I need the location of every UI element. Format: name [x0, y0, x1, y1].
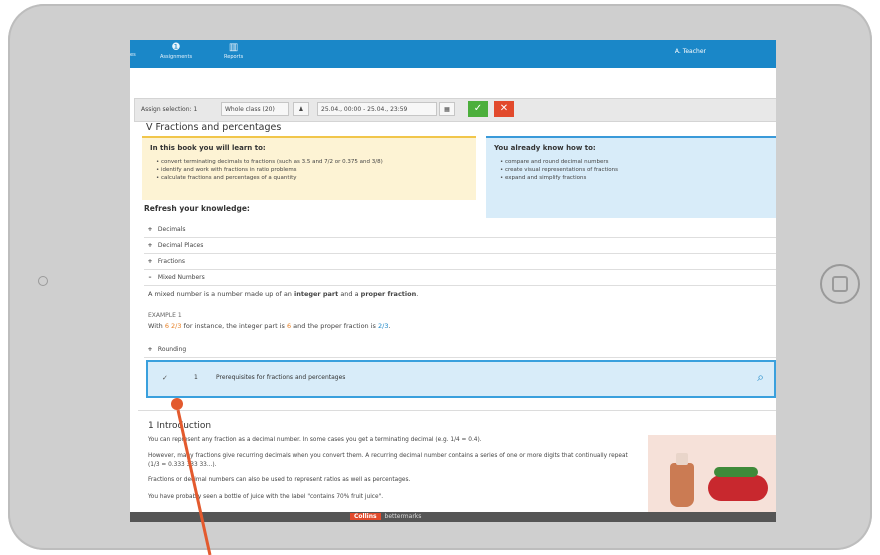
footer-bar: Collins bettermarks [130, 512, 776, 522]
check-icon[interactable]: ✓ [162, 374, 168, 382]
accordion-decimal-places[interactable]: + Decimal Places [144, 238, 776, 254]
accordion-label: Decimals [157, 226, 186, 233]
prerequisites-panel[interactable]: ✓ 1 Prerequisites for fractions and perc… [146, 360, 776, 398]
know-box: You already know how to: compare and rou… [486, 136, 776, 218]
intro-paragraph: You have probably seen a bottle of juice… [148, 494, 384, 500]
list-item: calculate fractions and percentages of a… [156, 174, 383, 182]
user-name[interactable]: A. Teacher [675, 48, 706, 55]
accordion-fractions[interactable]: + Fractions [144, 254, 776, 270]
prereq-number: 1 [194, 374, 198, 381]
term-proper-fraction: proper fraction [360, 290, 417, 298]
juice-illustration [648, 435, 776, 515]
text: for instance, the integer part is [181, 322, 287, 330]
home-button[interactable] [820, 264, 860, 304]
assign-selection-label: Assign selection: 1 [141, 106, 198, 113]
learn-list: convert terminating decimals to fraction… [156, 158, 383, 182]
example-text: With 6 2/3 for instance, the integer par… [148, 322, 391, 330]
tablet-frame: es ❶ Assignments ▥ Reports A. Teacher As… [8, 4, 872, 550]
accordion-decimals[interactable]: + Decimals [144, 222, 776, 238]
confirm-button[interactable]: ✓ [468, 101, 488, 117]
search-icon[interactable]: ⌕ [757, 370, 764, 385]
expand-icon: + [147, 346, 153, 353]
list-item: expand and simplify fractions [500, 174, 618, 182]
text: With [148, 322, 165, 330]
accordion-label: Fractions [157, 258, 185, 265]
date-range-field[interactable]: 25.04., 00:00 - 25.04., 23:59 [317, 102, 437, 116]
learn-box: In this book you will learn to: convert … [142, 136, 476, 200]
text: and a [338, 290, 361, 298]
intro-paragraph: However, many fractions give recurring d… [148, 453, 628, 468]
intro-paragraph: You can represent any fraction as a deci… [148, 437, 482, 443]
accordion-label: Decimal Places [157, 242, 204, 249]
nav-item-assignments[interactable]: ❶ Assignments [160, 42, 192, 60]
people-icon[interactable]: ♟ [293, 102, 309, 116]
strawberries-image [708, 467, 768, 501]
bar-chart-icon: ▥ [228, 42, 239, 53]
mixed-number-definition: A mixed number is a number made up of an… [148, 290, 418, 298]
accordion-mixed-numbers[interactable]: – Mixed Numbers [144, 270, 776, 286]
nav-item-truncated[interactable]: es [130, 52, 136, 58]
mixed-number: 6 2/3 [164, 322, 182, 330]
term-integer-part: integer part [293, 290, 339, 298]
know-heading: You already know how to: [494, 144, 596, 152]
list-item: compare and round decimal numbers [500, 158, 618, 166]
juice-jar-image [670, 453, 694, 507]
collapse-icon: – [148, 274, 152, 281]
nav-item-reports[interactable]: ▥ Reports [224, 42, 243, 60]
assign-bar: Assign selection: 1 Whole class (20) ♟ 2… [134, 98, 776, 122]
accordion-rounding[interactable]: + Rounding [144, 342, 776, 358]
text: . [388, 322, 391, 330]
intro-paragraph: Fractions or decimal numbers can also be… [148, 477, 411, 483]
know-list: compare and round decimal numbers create… [500, 158, 618, 182]
list-item: convert terminating decimals to fraction… [156, 158, 383, 166]
brand-bettermarks: bettermarks [384, 513, 422, 520]
page-title: V Fractions and percentages [146, 122, 282, 133]
text: A mixed number is a number made up of an [148, 290, 294, 298]
cancel-button[interactable]: ✕ [494, 101, 514, 117]
accordion-label: Rounding [157, 346, 187, 353]
accordion-label: Mixed Numbers [157, 274, 205, 281]
divider [138, 410, 776, 411]
nav-item-label: es [130, 52, 136, 58]
prereq-label: Prerequisites for fractions and percenta… [216, 374, 346, 381]
info-icon: ❶ [171, 42, 181, 53]
nav-item-label: Assignments [160, 54, 193, 60]
expand-icon: + [147, 242, 153, 249]
calendar-icon[interactable]: ▦ [439, 102, 455, 116]
nav-item-label: Reports [224, 54, 244, 60]
refresh-heading: Refresh your knowledge: [144, 204, 250, 213]
expand-icon: + [147, 258, 153, 265]
brand-collins: Collins [350, 513, 381, 520]
list-item: identify and work with fractions in rati… [156, 166, 383, 174]
screen: es ❶ Assignments ▥ Reports A. Teacher As… [130, 40, 776, 522]
text: . [416, 290, 419, 298]
list-item: create visual representations of fractio… [500, 166, 618, 174]
expand-icon: + [147, 226, 153, 233]
example-label: EXAMPLE 1 [148, 312, 182, 319]
learn-heading: In this book you will learn to: [150, 144, 266, 152]
top-nav-bar: es ❶ Assignments ▥ Reports A. Teacher [130, 40, 776, 68]
brand-logo: Collins bettermarks [350, 512, 425, 522]
camera-icon [38, 276, 48, 286]
home-square-icon [832, 276, 848, 292]
class-select[interactable]: Whole class (20) [221, 102, 289, 116]
text: and the proper fraction is [291, 322, 378, 330]
proper-fraction: 2/3 [378, 322, 389, 330]
intro-heading: 1 Introduction [148, 421, 212, 431]
